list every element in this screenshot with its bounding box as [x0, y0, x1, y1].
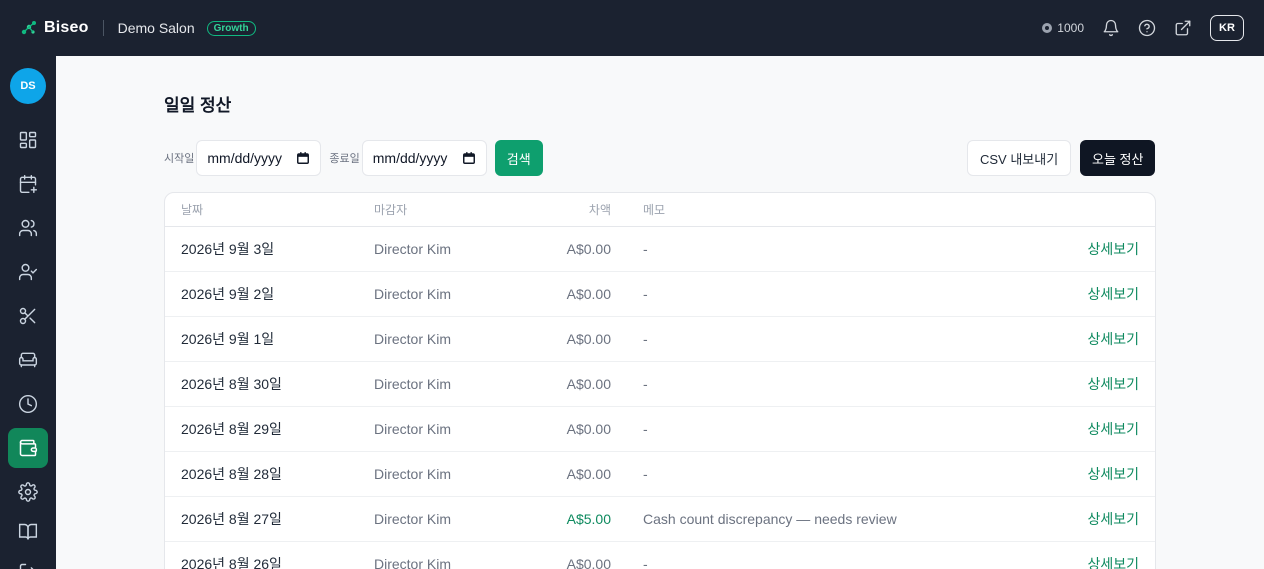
calendar-icon[interactable]: [462, 151, 476, 165]
details-link[interactable]: 상세보기: [1033, 419, 1155, 439]
row-date: 2026년 9월 2일: [181, 286, 275, 302]
gear-icon[interactable]: [8, 472, 48, 512]
row-closer: Director Kim: [374, 556, 452, 569]
language-button[interactable]: KR: [1210, 15, 1244, 41]
bell-icon[interactable]: [1102, 19, 1120, 37]
table-row[interactable]: 2026년 8월 27일 Director Kim A$5.00 Cash count…: [165, 497, 1155, 542]
table-row[interactable]: 2026년 8월 26일 Director Kim A$0.00 - 상세보기: [165, 542, 1155, 569]
top-bar: Biseo Demo Salon Growth 1000 KR: [0, 0, 1264, 56]
table-row[interactable]: 2026년 8월 28일 Director Kim A$0.00 - 상세보기: [165, 452, 1155, 497]
row-diff: A$0.00: [566, 556, 611, 569]
settlement-table: 날짜 마감자 차액 메모 2026년 9월 3일 Director Kim A$0.…: [164, 192, 1156, 569]
brand-name: Biseo: [44, 19, 89, 36]
details-link[interactable]: 상세보기: [1033, 554, 1155, 569]
details-link[interactable]: 상세보기: [1033, 509, 1155, 529]
brand-logo-icon: [21, 21, 36, 35]
row-diff: A$0.00: [566, 376, 611, 392]
plan-badge: Growth: [206, 20, 256, 36]
row-date: 2026년 8월 27일: [181, 511, 282, 527]
row-memo: Cash count discrepancy — needs review: [643, 511, 897, 527]
details-link[interactable]: 상세보기: [1033, 284, 1155, 304]
help-icon[interactable]: [1138, 19, 1156, 37]
main-content: 일일 정산 시작일 mm/dd/yyyy 종료일 mm/dd/yyyy 검색 C…: [56, 56, 1264, 569]
row-memo: -: [643, 466, 648, 482]
table-row[interactable]: 2026년 9월 1일 Director Kim A$0.00 - 상세보기: [165, 317, 1155, 362]
header-date: 날짜: [181, 203, 204, 217]
row-memo: -: [643, 286, 648, 302]
logout-icon[interactable]: [8, 552, 48, 569]
salon-name[interactable]: Demo Salon: [118, 20, 195, 36]
row-closer: Director Kim: [374, 331, 452, 347]
row-date: 2026년 8월 26일: [181, 556, 282, 569]
credits-indicator[interactable]: 1000: [1042, 21, 1084, 35]
header-closer: 마감자: [374, 203, 408, 217]
credits-value: 1000: [1057, 21, 1084, 35]
row-closer: Director Kim: [374, 286, 452, 302]
start-date-label: 시작일: [164, 153, 195, 165]
sidebar: DS: [0, 56, 56, 569]
start-date-input[interactable]: mm/dd/yyyy: [196, 140, 322, 176]
row-closer: Director Kim: [374, 511, 452, 527]
row-diff: A$0.00: [566, 466, 611, 482]
user-check-icon[interactable]: [8, 252, 48, 292]
details-link[interactable]: 상세보기: [1033, 374, 1155, 394]
brand[interactable]: Biseo: [20, 19, 89, 37]
row-memo: -: [643, 241, 648, 257]
scissors-icon[interactable]: [8, 296, 48, 336]
calendar-icon[interactable]: [296, 151, 310, 165]
date-filters: 시작일 mm/dd/yyyy 종료일 mm/dd/yyyy 검색: [164, 140, 543, 176]
row-closer: Director Kim: [374, 466, 452, 482]
row-date: 2026년 8월 30일: [181, 376, 282, 392]
wallet-icon[interactable]: [8, 428, 48, 468]
calendar-add-icon[interactable]: [8, 164, 48, 204]
details-link[interactable]: 상세보기: [1033, 239, 1155, 259]
table-row[interactable]: 2026년 8월 29일 Director Kim A$0.00 - 상세보기: [165, 407, 1155, 452]
row-closer: Director Kim: [374, 376, 452, 392]
page-title: 일일 정산: [164, 96, 232, 115]
details-link[interactable]: 상세보기: [1033, 464, 1155, 484]
header-diff: 차액: [588, 203, 611, 217]
details-link[interactable]: 상세보기: [1033, 329, 1155, 349]
end-date-input[interactable]: mm/dd/yyyy: [361, 140, 487, 176]
row-closer: Director Kim: [374, 241, 452, 257]
row-memo: -: [643, 331, 648, 347]
row-date: 2026년 9월 1일: [181, 331, 275, 347]
row-memo: -: [643, 556, 648, 569]
today-settlement-button[interactable]: 오늘 정산: [1080, 140, 1156, 176]
row-diff: A$0.00: [566, 331, 611, 347]
clock-icon[interactable]: [8, 384, 48, 424]
avatar[interactable]: DS: [10, 68, 46, 104]
header-memo: 메모: [643, 203, 666, 217]
row-diff: A$0.00: [566, 286, 611, 302]
users-icon[interactable]: [8, 208, 48, 248]
end-date-label: 종료일: [329, 153, 360, 165]
external-link-icon[interactable]: [1174, 19, 1192, 37]
row-memo: -: [643, 421, 648, 437]
book-icon[interactable]: [8, 512, 48, 552]
table-row[interactable]: 2026년 9월 2일 Director Kim A$0.00 - 상세보기: [165, 272, 1155, 317]
row-memo: -: [643, 376, 648, 392]
start-date-value: mm/dd/yyyy: [207, 150, 283, 166]
csv-export-button[interactable]: CSV 내보내기: [967, 140, 1072, 176]
sofa-icon[interactable]: [8, 340, 48, 380]
row-diff: A$0.00: [566, 421, 611, 437]
table-row[interactable]: 2026년 8월 30일 Director Kim A$0.00 - 상세보기: [165, 362, 1155, 407]
row-date: 2026년 9월 3일: [181, 241, 275, 257]
table-body: 2026년 9월 3일 Director Kim A$0.00- 상세보기 2026년 …: [165, 227, 1155, 569]
row-diff: A$0.00: [566, 241, 611, 257]
row-closer: Director Kim: [374, 421, 452, 437]
search-button[interactable]: 검색: [494, 140, 543, 176]
end-date-value: mm/dd/yyyy: [372, 150, 448, 166]
table-header: 날짜 마감자 차액 메모: [165, 193, 1155, 227]
row-diff: A$5.00: [566, 511, 611, 527]
table-row[interactable]: 2026년 9월 3일 Director Kim A$0.00 - 상세보기: [165, 227, 1155, 272]
dashboard-icon[interactable]: [8, 120, 48, 160]
credit-icon: [1042, 23, 1053, 33]
divider: [102, 20, 104, 36]
row-date: 2026년 8월 29일: [181, 421, 282, 437]
row-date: 2026년 8월 28일: [181, 466, 282, 482]
